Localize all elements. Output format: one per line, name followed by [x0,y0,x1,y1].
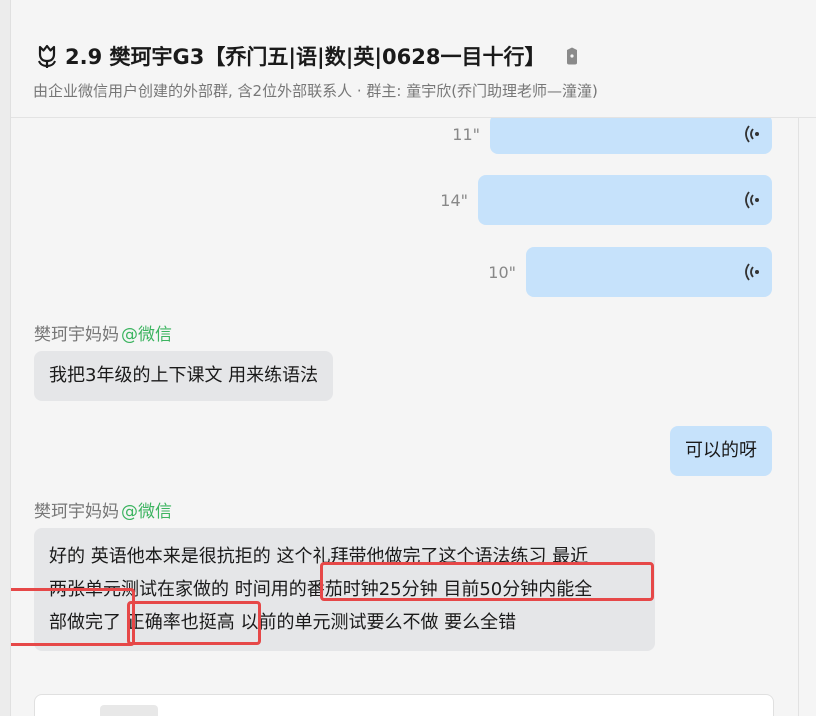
pen-icon[interactable] [590,709,612,716]
clock-icon[interactable] [450,709,472,716]
sender-name-text: 樊珂宇妈妈 [34,502,119,522]
wechat-tag: @微信 [121,325,172,345]
chat-header: 2.9 樊珂宇G3【乔门五|语|数|英|0628一目十行】 由企业微信用户创建的… [11,0,816,118]
scissors-icon[interactable] [310,709,332,716]
menu-icon[interactable] [725,709,747,716]
screenshot-icon[interactable] [255,709,277,716]
history-icon[interactable] [375,709,397,716]
emoji-icon[interactable] [57,709,79,716]
voice-bubble[interactable] [490,118,772,154]
message-bubble-outgoing[interactable]: 可以的呀 [670,426,772,476]
message-bubble[interactable]: 我把3年级的上下课文 用来练语法 [34,351,334,401]
lock-icon [566,47,577,65]
voice-duration: 14" [440,190,468,210]
toolbar-active-tab[interactable] [100,705,158,716]
group-title: 2.9 樊珂宇G3【乔门五|语|数|英|0628一目十行】 [65,45,546,69]
sender-name-text: 樊珂宇妈妈 [34,325,119,345]
message-input-toolbar[interactable] [34,694,774,716]
doc-icon[interactable] [505,709,527,716]
group-subtitle: 由企业微信用户创建的外部群, 含2位外部联系人 · 群主: 童宇欣(乔门助理老师… [33,82,598,100]
voice-message[interactable]: 11" [452,118,772,154]
message-line: 好的 英语他本来是很抗拒的 这个礼拜带他做完了这个语法练习 最近 [49,546,589,567]
message-line: 两张单元测试在家做的 时间用的番茄时钟25分钟 目前50分钟内能全 [49,579,593,600]
chat-message-area[interactable]: 11" 14" 10" 樊珂宇妈妈 @微信 我把3年级的上下课文 用来练语法 可… [11,118,798,716]
tulip-icon [38,44,56,68]
right-panel-edge [798,118,816,716]
voice-wave-icon [745,125,759,143]
voice-wave-icon [745,263,759,281]
left-sidebar-edge [0,0,11,716]
voice-duration: 11" [452,124,480,144]
file-icon[interactable] [185,709,207,716]
voice-message[interactable]: 14" [440,175,772,225]
wechat-tag: @微信 [121,502,172,522]
voice-bubble[interactable] [526,247,772,297]
title-row: 2.9 樊珂宇G3【乔门五|语|数|英|0628一目十行】 [33,42,580,70]
voice-wave-icon [745,191,759,209]
sender-name: 樊珂宇妈妈 @微信 [34,320,172,345]
voice-duration: 10" [488,262,516,282]
message-line: 部做完了 正确率也挺高 以前的单元测试要么不做 要么全错 [49,612,517,633]
sender-name: 樊珂宇妈妈 @微信 [34,497,172,522]
voice-message[interactable]: 10" [488,247,772,297]
message-bubble[interactable]: 好的 英语他本来是很抗拒的 这个礼拜带他做完了这个语法练习 最近 两张单元测试在… [34,528,655,651]
voice-bubble[interactable] [478,175,772,225]
